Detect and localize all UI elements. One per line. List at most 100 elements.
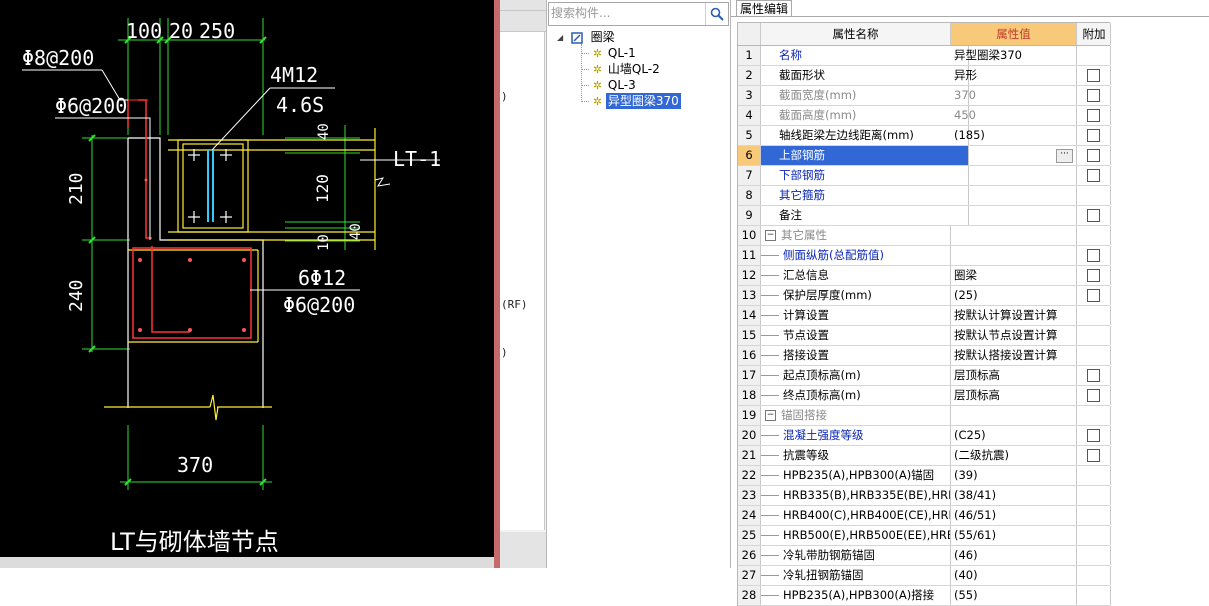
property-name-cell[interactable]: 抗震等级	[761, 446, 951, 465]
property-name-cell[interactable]: 计算设置	[761, 306, 951, 325]
property-name-cell[interactable]: 汇总信息	[761, 266, 951, 285]
property-row[interactable]: 15 节点设置 按默认节点设置计算	[738, 326, 1111, 346]
property-name-cell[interactable]: 保护层厚度(mm)	[761, 286, 951, 305]
extra-checkbox[interactable]	[1087, 369, 1100, 382]
property-name-cell[interactable]: 截面高度(mm)	[761, 106, 969, 125]
extra-checkbox[interactable]	[1087, 209, 1100, 222]
property-row[interactable]: 5 轴线距梁左边线距离(mm) (185)	[738, 126, 1111, 146]
property-value-cell[interactable]: (C25)	[951, 426, 1077, 445]
extra-checkbox[interactable]	[1087, 169, 1100, 182]
tree-item-ql2[interactable]: ✲ 山墙QL-2	[581, 61, 662, 77]
property-value-cell[interactable]	[951, 186, 1077, 205]
property-name-cell[interactable]: 下部钢筋	[761, 166, 969, 185]
property-name-cell[interactable]: 截面形状	[761, 66, 969, 85]
property-row[interactable]: 8 其它箍筋	[738, 186, 1111, 206]
extra-checkbox[interactable]	[1087, 69, 1100, 82]
property-name-cell[interactable]: 终点顶标高(m)	[761, 386, 951, 405]
property-name-cell[interactable]: HRB335(B),HRB335E(BE),HRBF	[761, 486, 951, 505]
search-button[interactable]	[705, 3, 728, 25]
property-value-cell[interactable]: ···	[951, 146, 1077, 165]
property-row[interactable]: 3 截面宽度(mm) 370	[738, 86, 1111, 106]
property-value-cell[interactable]	[951, 166, 1077, 185]
property-name-cell[interactable]: HPB235(A),HPB300(A)锚固	[761, 466, 951, 485]
extra-checkbox[interactable]	[1087, 249, 1100, 262]
tree-item-ql3[interactable]: ✲ QL-3	[581, 77, 638, 93]
property-row[interactable]: 1 名称 异型圈梁370	[738, 46, 1111, 66]
property-name-cell[interactable]: 冷轧扭钢筋锚固	[761, 566, 951, 585]
property-name-cell[interactable]: 冷轧带肋钢筋锚固	[761, 546, 951, 565]
property-name-cell[interactable]: 节点设置	[761, 326, 951, 345]
property-value-cell[interactable]: 370	[951, 86, 1077, 105]
property-value-cell[interactable]: (二级抗震)	[951, 446, 1077, 465]
property-value-cell[interactable]: (40)	[951, 566, 1077, 585]
property-name-cell[interactable]: 截面宽度(mm)	[761, 86, 969, 105]
property-value-cell[interactable]: 层顶标高	[951, 386, 1077, 405]
property-row[interactable]: 22 HPB235(A),HPB300(A)锚固 (39)	[738, 466, 1111, 486]
property-name-cell[interactable]: 搭接设置	[761, 346, 951, 365]
property-row[interactable]: 19− 锚固搭接	[738, 406, 1111, 426]
property-name-cell[interactable]: 其它箍筋	[761, 186, 969, 205]
property-value-cell[interactable]	[951, 226, 1077, 245]
tree-root-node[interactable]: ◢ 圈梁	[557, 29, 617, 45]
property-name-cell[interactable]: − 锚固搭接	[761, 406, 951, 425]
property-row[interactable]: 7 下部钢筋	[738, 166, 1111, 186]
property-value-cell[interactable]	[951, 206, 1077, 225]
property-row[interactable]: 20 混凝土强度等级 (C25)	[738, 426, 1111, 446]
property-value-cell[interactable]: (55)	[951, 586, 1077, 605]
extra-checkbox[interactable]	[1087, 149, 1100, 162]
property-value-cell[interactable]: 按默认搭接设置计算	[951, 346, 1077, 365]
property-name-cell[interactable]: 侧面纵筋(总配筋值)	[761, 246, 951, 265]
property-row[interactable]: 28 HPB235(A),HPB300(A)搭接 (55)	[738, 586, 1111, 606]
property-value-cell[interactable]: 按默认节点设置计算	[951, 326, 1077, 345]
property-name-cell[interactable]: HRB400(C),HRB400E(CE),HRBF	[761, 506, 951, 525]
property-row[interactable]: 6 上部钢筋 ···	[738, 146, 1111, 166]
property-name-cell[interactable]: 轴线距梁左边线距离(mm)	[761, 126, 969, 145]
extra-checkbox[interactable]	[1087, 89, 1100, 102]
property-name-cell[interactable]: 上部钢筋	[761, 146, 969, 165]
property-name-cell[interactable]: HRB500(E),HRB500E(EE),HRBF	[761, 526, 951, 545]
property-value-cell[interactable]: 450	[951, 106, 1077, 125]
property-value-cell[interactable]: 按默认计算设置计算	[951, 306, 1077, 325]
property-name-cell[interactable]: 备注	[761, 206, 969, 225]
extra-checkbox[interactable]	[1087, 449, 1100, 462]
more-options-button[interactable]: ···	[1056, 149, 1073, 163]
property-row[interactable]: 9 备注	[738, 206, 1111, 226]
property-name-cell[interactable]: HPB235(A),HPB300(A)搭接	[761, 586, 951, 605]
property-value-cell[interactable]: (39)	[951, 466, 1077, 485]
property-value-cell[interactable]	[951, 406, 1077, 425]
property-value-cell[interactable]: (46)	[951, 546, 1077, 565]
property-row[interactable]: 25 HRB500(E),HRB500E(EE),HRBF (55/61)	[738, 526, 1111, 546]
property-row[interactable]: 11 侧面纵筋(总配筋值)	[738, 246, 1111, 266]
property-row[interactable]: 17 起点顶标高(m) 层顶标高	[738, 366, 1111, 386]
property-row[interactable]: 16 搭接设置 按默认搭接设置计算	[738, 346, 1111, 366]
header-extra[interactable]: 附加	[1078, 23, 1111, 45]
property-row[interactable]: 14 计算设置 按默认计算设置计算	[738, 306, 1111, 326]
tab-property-edit[interactable]: 属性编辑	[736, 0, 793, 17]
property-value-cell[interactable]: (46/51)	[951, 506, 1077, 525]
search-input[interactable]	[551, 5, 701, 21]
property-value-cell[interactable]: 层顶标高	[951, 366, 1077, 385]
property-value-cell[interactable]: (38/41)	[951, 486, 1077, 505]
extra-checkbox[interactable]	[1087, 289, 1100, 302]
property-value-cell[interactable]: 异形	[951, 66, 1077, 85]
property-row[interactable]: 26 冷轧带肋钢筋锚固 (46)	[738, 546, 1111, 566]
collapse-icon[interactable]: −	[765, 410, 776, 421]
property-value-cell[interactable]: (25)	[951, 286, 1077, 305]
cad-drawing-canvas[interactable]: 100 20 250 Φ8@200 Φ6@200 4M12 4.6S LT-1 …	[0, 0, 494, 568]
extra-checkbox[interactable]	[1087, 129, 1100, 142]
collapse-triangle-icon[interactable]: ◢	[557, 33, 565, 42]
extra-checkbox[interactable]	[1087, 389, 1100, 402]
property-row[interactable]: 10− 其它属性	[738, 226, 1111, 246]
property-row[interactable]: 13 保护层厚度(mm) (25)	[738, 286, 1111, 306]
property-value-cell[interactable]: (185)	[951, 126, 1077, 145]
property-row[interactable]: 4 截面高度(mm) 450	[738, 106, 1111, 126]
property-row[interactable]: 27 冷轧扭钢筋锚固 (40)	[738, 566, 1111, 586]
header-name[interactable]: 属性名称	[761, 23, 951, 45]
tree-item-ql370[interactable]: ✲ 异型圈梁370	[581, 93, 681, 109]
property-name-cell[interactable]: 起点顶标高(m)	[761, 366, 951, 385]
property-name-cell[interactable]: − 其它属性	[761, 226, 951, 245]
property-row[interactable]: 12 汇总信息 圈梁	[738, 266, 1111, 286]
tree-item-ql1[interactable]: ✲ QL-1	[581, 45, 638, 61]
extra-checkbox[interactable]	[1087, 109, 1100, 122]
header-value[interactable]: 属性值	[951, 23, 1077, 45]
